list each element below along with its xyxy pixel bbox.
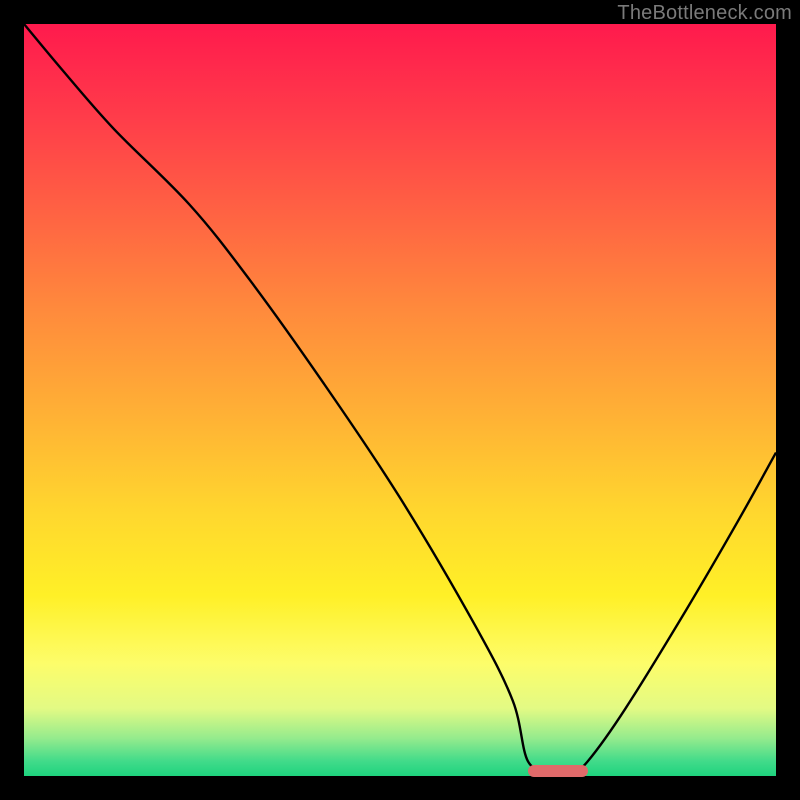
minimum-marker: [528, 765, 588, 777]
watermark-text: TheBottleneck.com: [617, 2, 792, 25]
plot-area: [24, 24, 776, 776]
chart-frame: TheBottleneck.com: [0, 0, 800, 800]
bottleneck-curve: [24, 24, 776, 776]
curve-path: [24, 24, 776, 773]
